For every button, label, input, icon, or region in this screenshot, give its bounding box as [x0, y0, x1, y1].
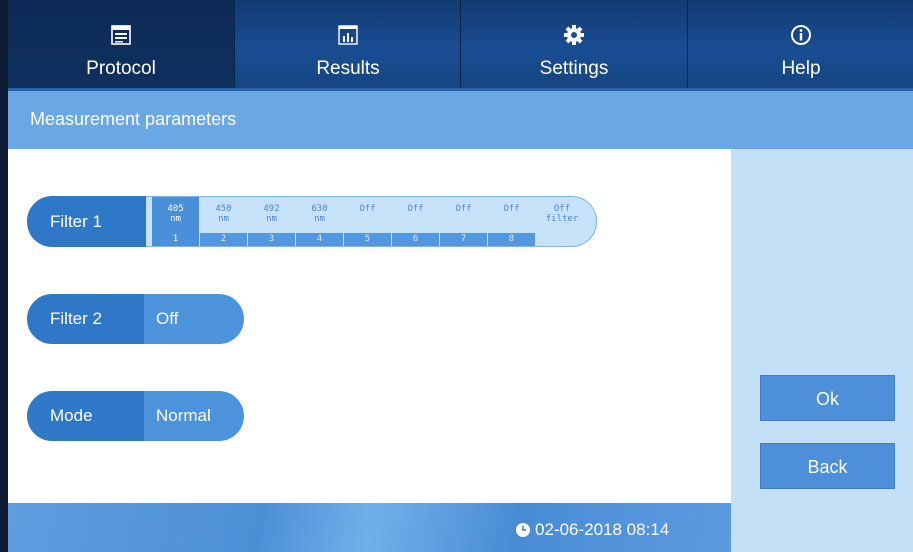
tab-label: Help [781, 58, 821, 79]
filter1-selector: Filter 1 405 nm 1 450 nm 2 492 nm 3 630 nm 4… [27, 196, 597, 247]
top-nav: Protocol Results Settings Help [8, 0, 913, 91]
filter1-option-3[interactable]: 492 nm 3 [248, 197, 295, 246]
clock: 02-06-2018 08:14 [515, 520, 669, 540]
option-wavelength: 405 [167, 204, 184, 214]
datetime: 02-06-2018 08:14 [535, 520, 670, 539]
filter1-option-2[interactable]: 450 nm 2 [200, 197, 247, 246]
filter1-option-1[interactable]: 405 nm 1 [152, 197, 199, 246]
option-number: 7 [440, 233, 487, 246]
filter1-option-6[interactable]: Off 6 [392, 197, 439, 246]
option-unit: nm [170, 214, 181, 224]
filter1-option-4[interactable]: 630 nm 4 [296, 197, 343, 246]
tab-results[interactable]: Results [235, 0, 461, 91]
mode-value: Normal [144, 391, 244, 441]
ok-button[interactable]: Ok [760, 375, 895, 421]
option-wavelength: 450 [215, 204, 232, 214]
filter1-options: 405 nm 1 450 nm 2 492 nm 3 630 nm 4 Off 5 Of… [146, 196, 597, 247]
option-number: 3 [248, 233, 295, 246]
option-unit: nm [314, 214, 325, 224]
option-number: 2 [200, 233, 247, 246]
filter2-selector[interactable]: Filter 2 Off [27, 294, 244, 344]
page-title: Measurement parameters [30, 109, 237, 129]
option-unit: nm [266, 214, 277, 224]
back-button[interactable]: Back [760, 443, 895, 489]
window-edge [0, 0, 8, 552]
option-wavelength: 492 [263, 204, 280, 214]
option-number: 8 [488, 233, 535, 246]
tab-help[interactable]: Help [688, 0, 913, 91]
filter1-option-5[interactable]: Off 5 [344, 197, 391, 246]
title-bar: Measurement parameters [8, 91, 913, 149]
mode-label: Mode [27, 391, 144, 441]
filter1-option-7[interactable]: Off 7 [440, 197, 487, 246]
option-wavelength: Off [407, 204, 424, 214]
option-unit: filter [545, 214, 579, 224]
option-unit: nm [218, 214, 229, 224]
option-wavelength: Off [553, 204, 571, 214]
tab-settings[interactable]: Settings [461, 0, 687, 91]
mode-selector[interactable]: Mode Normal [27, 391, 244, 441]
option-wavelength: Off [503, 204, 520, 214]
option-number: 5 [344, 233, 391, 246]
gear-icon [564, 25, 584, 45]
info-icon [791, 25, 811, 45]
option-number: 1 [152, 233, 199, 246]
option-wavelength: 630 [311, 204, 328, 214]
tab-label: Settings [539, 58, 609, 79]
clock-icon [516, 523, 530, 537]
option-number: 4 [296, 233, 343, 246]
option-wavelength: Off [455, 204, 472, 214]
option-wavelength: Off [359, 204, 376, 214]
filter1-label: Filter 1 [27, 196, 147, 247]
window-icon [111, 25, 131, 45]
option-number: 6 [392, 233, 439, 246]
filter1-option-off[interactable]: Off filter [536, 197, 588, 246]
tab-label: Results [316, 58, 380, 79]
tab-protocol[interactable]: Protocol [8, 0, 234, 91]
filter2-value: Off [144, 294, 244, 344]
tab-label: Protocol [86, 58, 156, 79]
filter1-option-8[interactable]: Off 8 [488, 197, 535, 246]
bar-chart-icon [338, 25, 358, 45]
status-bar-right [731, 503, 913, 552]
filter2-label: Filter 2 [27, 294, 144, 344]
